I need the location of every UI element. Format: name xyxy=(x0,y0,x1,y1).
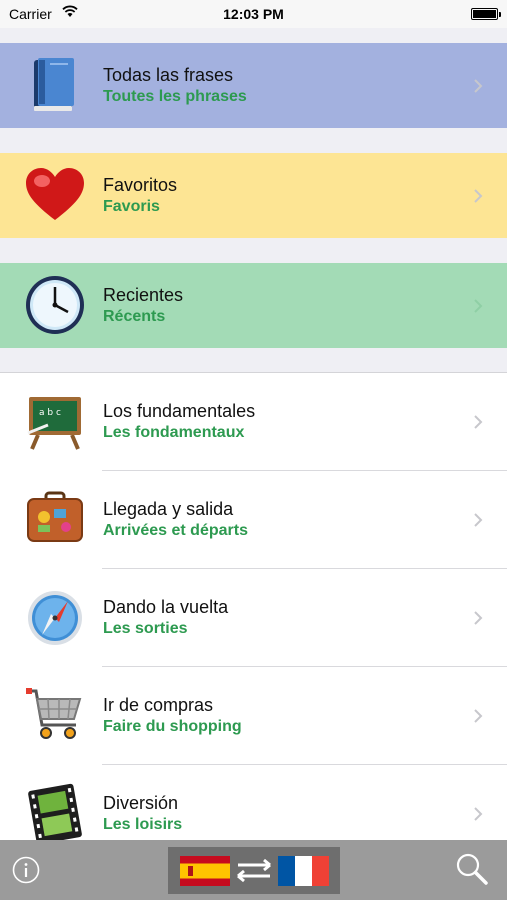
row-title: Ir de compras xyxy=(103,695,214,715)
film-strip-icon xyxy=(24,783,86,845)
chevron-right-icon xyxy=(473,188,483,204)
chalkboard-icon: a b c xyxy=(24,391,86,453)
row-subtitle: Arrivées et départs xyxy=(103,522,248,539)
category-row-getting-around[interactable]: Dando la vuelta Les sorties xyxy=(0,569,507,667)
row-title: Llegada y salida xyxy=(103,499,234,519)
all-phrases-row[interactable]: Todas las frases Toutes les phrases xyxy=(0,43,507,128)
search-icon[interactable] xyxy=(455,852,489,886)
status-time: 12:03 PM xyxy=(223,6,284,22)
row-subtitle: Toutes les phrases xyxy=(103,88,247,105)
row-subtitle: Les sorties xyxy=(103,620,188,637)
bottom-toolbar xyxy=(0,840,507,900)
france-flag-icon xyxy=(278,856,329,886)
row-title: Dando la vuelta xyxy=(103,597,229,617)
category-row-basics[interactable]: a b c Los fundamentales Les fondamentaux xyxy=(0,373,507,471)
spain-flag-icon xyxy=(180,856,230,886)
chevron-right-icon xyxy=(473,610,483,626)
favorites-row[interactable]: Favoritos Favoris xyxy=(0,153,507,238)
clock-icon xyxy=(24,274,86,336)
row-title: Favoritos xyxy=(103,175,178,195)
row-subtitle: Les loisirs xyxy=(103,816,183,833)
chevron-right-icon xyxy=(473,298,483,314)
chevron-right-icon xyxy=(473,708,483,724)
heart-icon xyxy=(24,164,86,226)
chevron-right-icon xyxy=(473,78,483,94)
chevron-right-icon xyxy=(473,806,483,822)
suitcase-icon xyxy=(24,489,86,551)
recent-row[interactable]: Recientes Récents xyxy=(0,263,507,348)
row-title: Los fundamentales xyxy=(103,401,256,421)
row-subtitle: Récents xyxy=(103,308,166,325)
book-icon xyxy=(24,54,86,116)
row-subtitle: Favoris xyxy=(103,198,160,215)
chevron-right-icon xyxy=(473,512,483,528)
compass-icon xyxy=(24,587,86,649)
svg-text:a b c: a b c xyxy=(39,408,61,418)
status-bar: Carrier 12:03 PM xyxy=(0,0,507,28)
swap-arrows-icon xyxy=(237,858,271,883)
language-swap-button[interactable] xyxy=(168,847,340,894)
category-row-arrival-departure[interactable]: Llegada y salida Arrivées et départs xyxy=(0,471,507,569)
info-icon[interactable] xyxy=(12,856,40,884)
shopping-cart-icon xyxy=(24,685,86,747)
row-title: Todas las frases xyxy=(103,65,234,85)
row-subtitle: Faire du shopping xyxy=(103,718,242,735)
chevron-right-icon xyxy=(473,414,483,430)
row-title: Diversión xyxy=(103,793,179,813)
battery-icon xyxy=(471,8,501,20)
row-subtitle: Les fondamentaux xyxy=(103,424,245,441)
row-title: Recientes xyxy=(103,285,184,305)
category-row-shopping[interactable]: Ir de compras Faire du shopping xyxy=(0,667,507,765)
